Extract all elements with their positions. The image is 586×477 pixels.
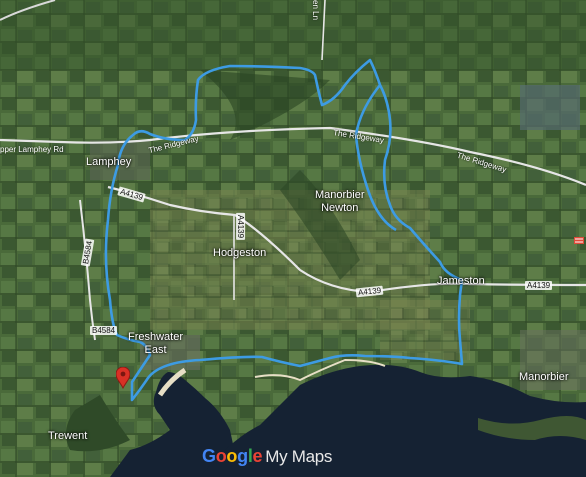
road-label-a4139: A4139 — [525, 281, 553, 290]
place-label-hodgeston: Hodgeston — [213, 247, 267, 259]
place-label-jameston: Jameston — [437, 275, 485, 287]
place-label-manorbier: Manorbier — [519, 371, 569, 383]
road-label-a4139: A4139 — [236, 212, 246, 241]
road-label-b4584: B4584 — [90, 326, 118, 335]
place-label-lamphey: Lamphey — [86, 156, 132, 168]
farmland-area — [380, 300, 470, 360]
place-label-manorbier-newton: Manorbier Newton — [315, 189, 365, 214]
map-canvas[interactable]: Lamphey Manorbier Newton Hodgeston James… — [0, 0, 586, 477]
woodland-area — [0, 0, 586, 70]
place-label-trewent: Trewent — [48, 430, 88, 442]
rail-icon — [574, 237, 584, 244]
place-label-freshwater-east: Freshwater East — [128, 331, 184, 356]
road-label-upper-lamphey-rd: pper Lamphey Rd — [0, 145, 64, 154]
town-area — [520, 85, 580, 130]
road-label-top-lane: en Ln — [311, 0, 320, 21]
google-my-maps-logo: Google My Maps — [202, 446, 333, 466]
